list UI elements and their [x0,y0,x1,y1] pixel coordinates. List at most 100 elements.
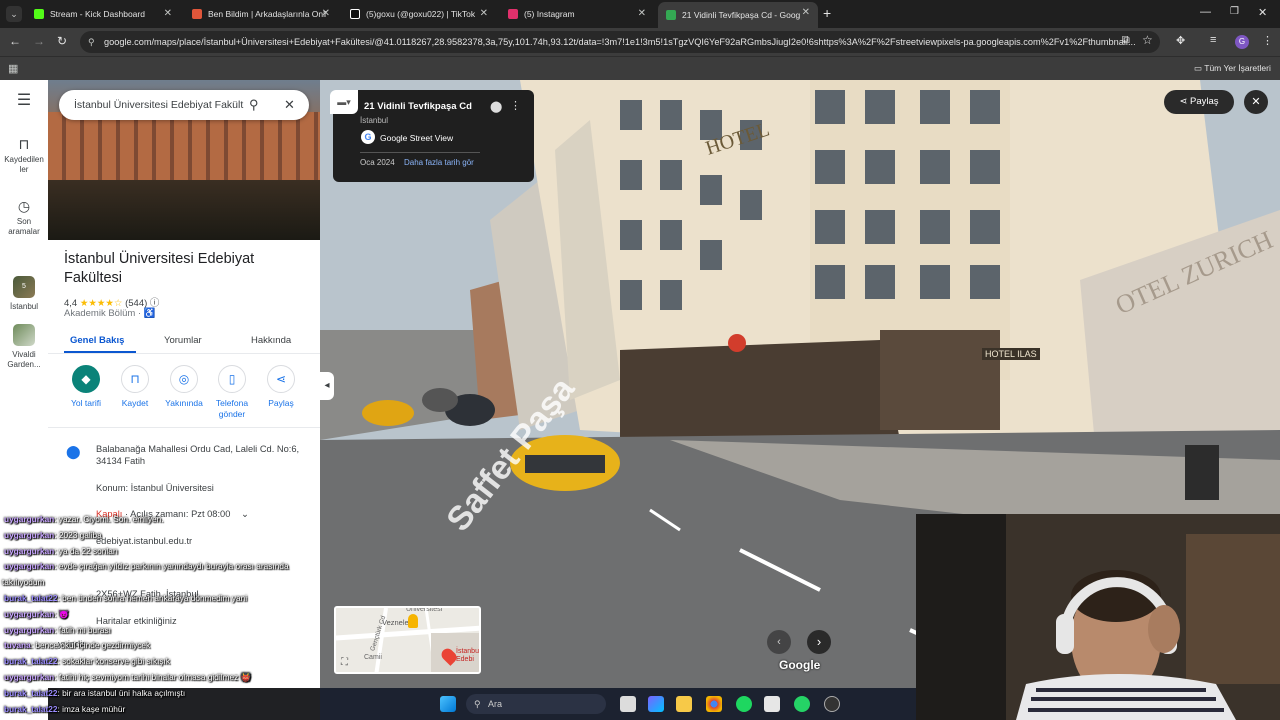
recent-istanbul[interactable]: 5 İstanbul [0,276,48,312]
tab-tiktok[interactable]: (5)goxu (@goxu022) | TikTok ✕ [342,3,496,25]
file-explorer-icon[interactable] [676,696,692,712]
reload-icon[interactable]: ↻ [57,34,67,48]
extensions-icon[interactable]: ✥ [1176,34,1185,47]
menu-icon[interactable]: ⋮ [1262,34,1273,47]
nearby-button[interactable]: ◎ Yakınında [159,365,209,409]
close-icon[interactable]: ✕ [638,8,646,19]
tabs-divider [48,353,320,354]
expand-icon[interactable]: ⛶ [341,657,348,668]
chat-username: tuvana [4,640,31,651]
tab-maps[interactable]: 21 Vidinli Tevfikpaşa Cd - Goog ✕ [658,2,818,28]
chat-text: : sokaklar konserve gibi sıkışık [57,656,171,667]
all-bookmarks[interactable]: ▭ Tüm Yer İşaretleri [1194,63,1271,74]
recent-button[interactable]: ◷ Son aramalar [0,198,48,237]
category-text: Akademik Bölüm · ♿ [64,308,156,319]
trees-shadow [48,180,320,240]
pin-icon[interactable]: ⬤ [490,100,502,113]
kick-icon [34,9,44,19]
back-icon[interactable]: ← [9,34,21,48]
close-icon[interactable]: ✕ [802,7,810,18]
close-icon[interactable]: ✕ [284,90,295,120]
apps-icon[interactable]: ▦ [8,62,18,75]
tab-instagram[interactable]: (5) Instagram ✕ [500,3,654,25]
minimap[interactable]: Üniversitesi Vezneler Camii İstanbul Ede… [334,606,481,674]
share-icon: ⋖ [267,365,295,393]
tab-overview[interactable]: Genel Bakış [70,335,124,346]
tab-benbildim[interactable]: Ben Bildim | Arkadaşlarınla Onlin ✕ [184,3,338,25]
close-icon[interactable]: ✕ [322,8,330,19]
vivaldi-thumbnail [13,324,35,346]
directions-icon: ◆ [72,365,100,393]
obs-icon[interactable] [824,696,840,712]
chat-message: burak_talat22: ben ünden sonra hemen ank… [0,591,320,607]
close-icon[interactable]: ✕ [164,8,172,19]
search-icon[interactable]: ⚲ [249,90,259,120]
close-streetview-button[interactable]: ✕ [1244,90,1268,114]
save-button[interactable]: ⊓ Kaydet [110,365,160,409]
minimize-icon[interactable]: — [1200,6,1211,18]
taskview-icon[interactable] [620,696,636,712]
recent-vivaldi[interactable]: Vivaldi Garden... [0,324,48,370]
windows-start-icon[interactable] [440,696,456,712]
directions-button[interactable]: ◆ Yol tarifi [61,365,111,409]
tiktok-icon [350,9,360,19]
nav-prev-button[interactable]: ‹ [767,630,791,654]
tab-about[interactable]: Hakkında [251,335,291,346]
maps-icon [666,10,676,20]
chat-text: takılıyodum [2,577,45,588]
chat-text: : yazar. Ciyomi. Son. emliyen. [54,514,164,524]
istanbul-thumbnail: 5 [13,276,35,298]
nav-next-button[interactable]: › [807,630,831,654]
chat-message: burak_talat22: imza kaşe mühür [0,702,320,718]
chat-username: uygargurkan [4,624,55,635]
tab-list-icon[interactable]: ⌄ [6,6,22,22]
share-button[interactable]: ⋖ Paylaş [1164,90,1234,114]
rating-row[interactable]: 4,4 ★★★★☆ (544) ⓘ [64,295,159,309]
search-input[interactable]: İstanbul Üniversitesi Edebiyat Fakült ⚲ … [59,90,309,120]
pegman-icon [408,614,418,628]
bookmark-star-icon[interactable]: ☆ [1142,33,1153,47]
instagram-icon [508,9,518,19]
card-source: Google Street View [380,133,454,143]
saved-button[interactable]: ⊓ Kaydedilenler [0,136,48,175]
spotify-icon[interactable] [736,696,752,712]
chat-username: burak_talat22 [4,687,58,698]
benbildim-icon [192,9,202,19]
forward-icon[interactable]: → [33,34,45,48]
more-icon[interactable]: ⋮ [510,99,521,112]
collapse-panel-button[interactable]: ◂ [320,372,334,400]
close-icon[interactable]: ✕ [480,8,488,19]
accessible-icon: ♿ [143,308,156,319]
share-button[interactable]: ⋖ Paylaş [256,365,306,409]
chat-message: tuvana: bence okul içinde gezdirmiycek [0,638,320,654]
new-tab-button[interactable]: + [823,5,831,21]
taskbar-search[interactable]: ⚲ Ara [466,694,606,714]
chat-text: : ben ünden sonra hemen ankaraya dönmedi… [57,592,248,603]
site-info-icon[interactable]: ⚲ [88,31,95,53]
streamer-video [916,514,1280,720]
store-icon[interactable] [764,696,780,712]
whatsapp-icon[interactable] [794,696,810,712]
url-field[interactable]: ⚲ google.com/maps/place/İstanbul+Üniversi… [80,31,1160,53]
tab-reviews[interactable]: Yorumlar [164,335,202,346]
chat-message: uygargurkan: fatih mi burası [0,623,320,639]
profile-avatar[interactable]: G [1235,35,1249,49]
tab-kick[interactable]: Stream - Kick Dashboard ✕ [26,3,180,25]
stream-chat-overlay: uygargurkan : yazar. Ciyomi. Son. emliyen… [0,512,320,720]
chrome-icon[interactable] [706,696,722,712]
share-icon: ⋖ [1179,96,1191,107]
chat-username: uygargurkan [4,671,55,682]
close-window-icon[interactable]: ✕ [1258,6,1267,19]
menu-hamburger-icon[interactable]: ☰ [0,93,48,109]
media-icon[interactable]: ≡ [1210,34,1216,46]
address-text[interactable]: Balabanağa Mahallesi Ordu Cad, Laleli Cd… [96,443,311,467]
google-logo: Google [779,658,821,672]
more-dates-link[interactable]: Daha fazla tarih gör [404,158,474,167]
located-in-text[interactable]: Konum: İstanbul Üniversitesi [96,482,214,494]
copilot-icon[interactable] [648,696,664,712]
install-icon[interactable]: ⧉ [1122,34,1130,47]
streetview-info-card: ▬▾ 21 Vidinli Tevfikpaşa Cd İstanbul ⬤ ⋮… [330,90,534,182]
restore-icon[interactable]: ❐ [1230,6,1239,17]
send-to-phone-button[interactable]: ▯ Telefona gönder [207,365,257,420]
keyboard-icon[interactable]: ▬▾ [330,90,358,114]
